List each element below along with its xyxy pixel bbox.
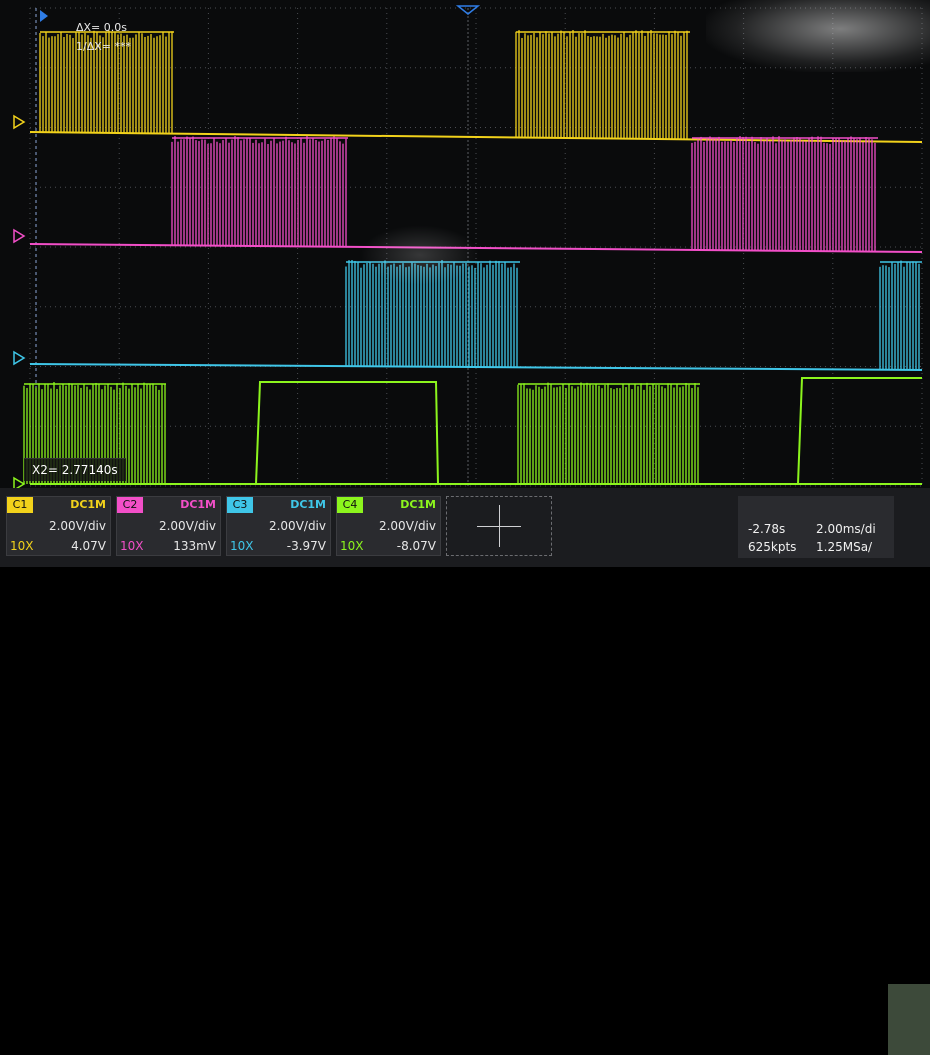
channel-status-bar: C1 DC1M 2.00V/div 10X 4.07V C2 DC1M 2.00…	[0, 488, 930, 1055]
trigger-status-indicator	[888, 984, 930, 1055]
channel-4-vdiv: 2.00V/div	[378, 519, 436, 533]
time-scale: 2.00ms/di	[816, 522, 876, 536]
channel-1-box[interactable]: C1 DC1M 2.00V/div 10X 4.07V	[6, 496, 111, 556]
channel-3-coupling: DC1M	[290, 498, 326, 511]
channel-1-coupling: DC1M	[70, 498, 106, 511]
channel-3-tag: C3	[227, 497, 253, 513]
channel-1-tag: C1	[7, 497, 33, 513]
delta-x-readout: ΔX= 0.0s	[76, 21, 127, 34]
x2-cursor-label[interactable]: X2= 2.77140s	[24, 458, 126, 481]
channel-4-offset: -8.07V	[396, 539, 436, 553]
channel-1-header: C1 DC1M	[7, 497, 110, 513]
cursor-marker	[40, 10, 48, 22]
channel-2-coupling: DC1M	[180, 498, 216, 511]
channel-3-box[interactable]: C3 DC1M 2.00V/div 10X -3.97V	[226, 496, 331, 556]
cursor-readout: ΔX= 0.0s 1/ΔX= ***	[76, 18, 131, 56]
channel-4-box[interactable]: C4 DC1M 2.00V/div 10X -8.07V	[336, 496, 441, 556]
channel-3-baseline	[29, 363, 923, 371]
channel-2-probe: 10X	[120, 539, 144, 553]
memory-depth: 625kpts	[748, 540, 797, 554]
channel-2-tag: C2	[117, 497, 143, 513]
screen-glare	[706, 0, 930, 72]
channel-1-vdiv: 2.00V/div	[48, 519, 106, 533]
add-channel-button[interactable]	[446, 496, 552, 556]
channel-4-high-pulse	[797, 377, 922, 485]
inverse-delta-x-readout: 1/ΔX= ***	[76, 40, 131, 53]
channel-2-box[interactable]: C2 DC1M 2.00V/div 10X 133mV	[116, 496, 221, 556]
plus-icon-vertical	[499, 505, 500, 547]
channel-1-ground-marker	[13, 114, 26, 130]
sample-rate: 1.25MSa/	[816, 540, 873, 554]
timebase-box[interactable]: -2.78s 2.00ms/di 625kpts 1.25MSa/	[738, 496, 894, 558]
channel-2-header: C2 DC1M	[117, 497, 220, 513]
channel-3-offset: -3.97V	[286, 539, 326, 553]
channel-3-header: C3 DC1M	[227, 497, 330, 513]
channel-2-ground-marker	[13, 228, 26, 244]
channel-4-ground-marker	[13, 476, 26, 488]
channel-4-tag: C4	[337, 497, 363, 513]
oscilloscope-screen: ΔX= 0.0s 1/ΔX= *** X2= 2.77140s C1 DC1M …	[0, 0, 930, 1055]
channel-4-high-pulse	[255, 381, 439, 485]
screen-glare-center	[360, 225, 480, 285]
channel-1-probe: 10X	[10, 539, 34, 553]
channel-4-coupling: DC1M	[400, 498, 436, 511]
channel-4-header: C4 DC1M	[337, 497, 440, 513]
trigger-delay: -2.78s	[748, 522, 786, 536]
channel-3-ground-marker	[13, 350, 26, 366]
channel-3-vdiv: 2.00V/div	[268, 519, 326, 533]
channel-2-offset: 133mV	[173, 539, 216, 553]
channel-1-offset: 4.07V	[71, 539, 106, 553]
channel-3-probe: 10X	[230, 539, 254, 553]
channel-2-vdiv: 2.00V/div	[158, 519, 216, 533]
channel-4-probe: 10X	[340, 539, 364, 553]
